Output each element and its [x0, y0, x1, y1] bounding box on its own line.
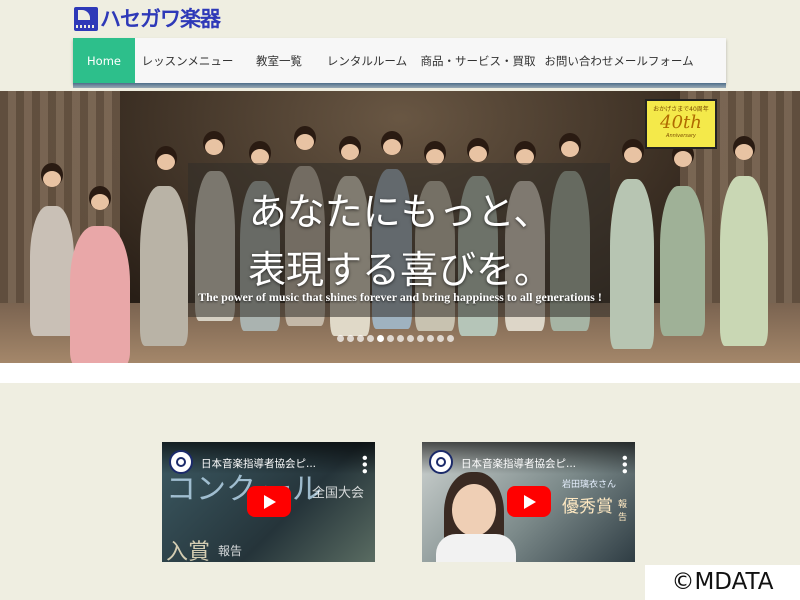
- video1-overlay-text-3: 全国大会: [312, 486, 365, 501]
- video-title[interactable]: 日本音楽指導者協会ピ...: [461, 456, 576, 471]
- slider-dot[interactable]: [357, 335, 364, 342]
- channel-avatar-icon[interactable]: [169, 450, 193, 474]
- slider-dot[interactable]: [407, 335, 414, 342]
- nav-item-rental-room[interactable]: レンタルルーム: [318, 38, 416, 83]
- hero-slider[interactable]: あなたにもっと、 表現する喜びを。 The power of music tha…: [0, 91, 800, 363]
- slider-dot[interactable]: [437, 335, 444, 342]
- hero-subtitle: The power of music that shines forever a…: [198, 290, 602, 304]
- more-options-icon[interactable]: •••: [357, 454, 371, 474]
- more-options-icon[interactable]: •••: [617, 454, 631, 474]
- nav-item-contact-form[interactable]: お問い合わせメールフォーム: [540, 38, 698, 83]
- badge-40th: 40th: [660, 112, 702, 133]
- nav-item-lesson-menu[interactable]: レッスンメニュー: [135, 38, 240, 83]
- logo-text: ハセガワ楽器: [100, 7, 221, 31]
- copyright-watermark: ©MDATA: [645, 565, 800, 600]
- slider-dot[interactable]: [337, 335, 344, 342]
- video2-person-shirt: [436, 534, 516, 562]
- main-nav: Home レッスンメニュー 教室一覧 レンタルルーム 商品・サービス・買取 お問…: [73, 38, 726, 88]
- site-logo[interactable]: ハセガワ楽器: [74, 4, 221, 34]
- slider-dot[interactable]: [387, 335, 394, 342]
- youtube-video-1[interactable]: コンク ール 全国大会 入賞 報告 日本音楽指導者協会ピ... •••: [162, 442, 375, 562]
- slider-dot[interactable]: [367, 335, 374, 342]
- channel-avatar-icon[interactable]: [429, 450, 453, 474]
- anniversary-badge: おかげさまで40周年 40th Anniversary: [645, 99, 717, 149]
- video2-overlay-text-2: 優秀賞: [562, 497, 613, 517]
- piano-logo-icon: [74, 7, 98, 31]
- video2-person-face: [452, 484, 496, 536]
- slider-dot[interactable]: [417, 335, 424, 342]
- white-band: [0, 363, 800, 383]
- nav-item-classroom-list[interactable]: 教室一覧: [240, 38, 318, 83]
- youtube-play-button[interactable]: [247, 486, 291, 517]
- slider-pagination: [337, 335, 454, 342]
- slider-dot[interactable]: [377, 335, 384, 342]
- youtube-play-button[interactable]: [507, 486, 551, 517]
- hero-headline-line2: 表現する喜びを。: [247, 248, 552, 292]
- youtube-video-2[interactable]: 岩田璃衣さん 優秀賞 報告 日本音楽指導者協会ピ... •••: [422, 442, 635, 562]
- video-title[interactable]: 日本音楽指導者協会ピ...: [201, 456, 316, 471]
- nav-item-products-services[interactable]: 商品・サービス・買取: [416, 38, 540, 83]
- badge-anniversary: Anniversary: [666, 133, 696, 139]
- video2-overlay-text-3: 報告: [618, 500, 628, 523]
- slider-dot[interactable]: [427, 335, 434, 342]
- slider-dot[interactable]: [347, 335, 354, 342]
- hero-headline-line1: あなたにもっと、: [248, 190, 552, 234]
- nav-item-home[interactable]: Home: [73, 38, 135, 83]
- video1-overlay-text-5: 報告: [218, 544, 243, 558]
- video1-overlay-text-4: 入賞: [166, 540, 211, 562]
- slider-dot[interactable]: [397, 335, 404, 342]
- slider-dot[interactable]: [447, 335, 454, 342]
- video2-overlay-text-1: 岩田璃衣さん: [562, 480, 617, 490]
